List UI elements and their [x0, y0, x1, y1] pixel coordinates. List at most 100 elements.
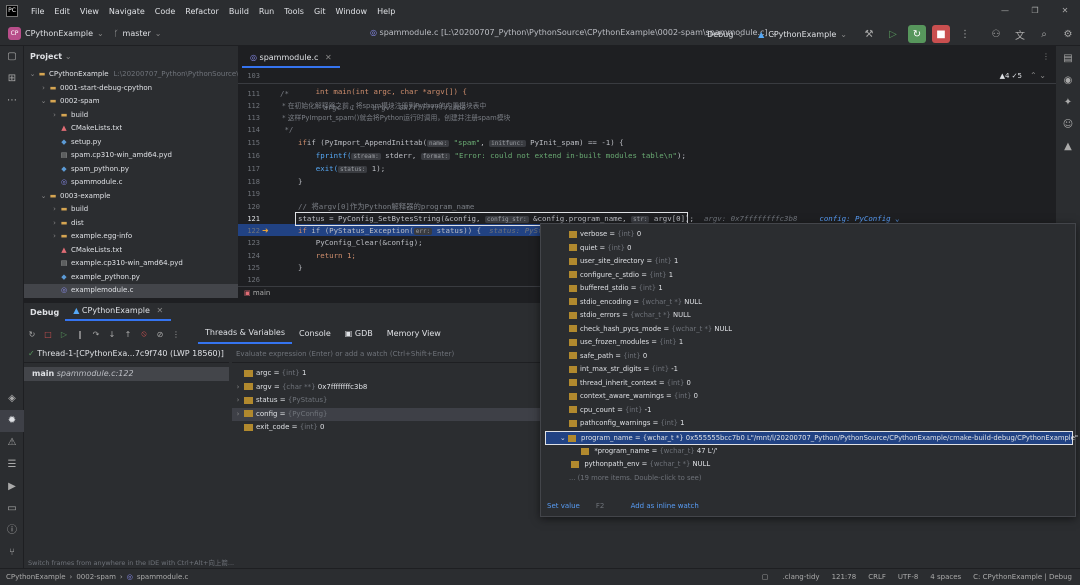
- popup-field-row[interactable]: context_aware_warnings = {int} 0: [541, 390, 1075, 404]
- menu-build[interactable]: Build: [224, 7, 254, 16]
- menu-edit[interactable]: Edit: [49, 7, 75, 16]
- tab-console[interactable]: Console: [292, 325, 338, 343]
- step-over-icon[interactable]: ↷: [90, 330, 102, 339]
- stack-frame-main[interactable]: main spammodule.c:122: [24, 367, 229, 381]
- stop-button[interactable]: ■: [932, 25, 950, 43]
- view-breakpoints-icon[interactable]: ⦸: [138, 329, 150, 339]
- tree-item[interactable]: › ▬ 0001-start-debug-cpython: [24, 82, 238, 96]
- thread-selector[interactable]: ✓ Thread-1-[CPythonExa...7c9f740 (LWP 18…: [24, 345, 229, 363]
- problems-info-icon[interactable]: ⓘ: [0, 520, 24, 542]
- problems-warning-icon[interactable]: ⚠: [0, 432, 24, 454]
- tree-item[interactable]: ⌄ ▬ 0002-spam: [24, 95, 238, 109]
- popup-field-row[interactable]: stdio_encoding = {wchar_t *} NULL: [541, 296, 1075, 310]
- inspection-widget[interactable]: ▲4 ✓5: [1000, 68, 1022, 84]
- inline-value-popup[interactable]: verbose = {int} 0 quiet = {int} 0 user_sit…: [540, 223, 1078, 517]
- tree-item[interactable]: ▤ example.cp310-win_amd64.pyd: [24, 257, 238, 271]
- tree-item[interactable]: › ▬ example.egg-info: [24, 230, 238, 244]
- chevron-right-icon[interactable]: ›: [50, 230, 59, 244]
- resolve-context[interactable]: C: CPythonExample | Debug: [973, 569, 1072, 585]
- minimize-icon[interactable]: —: [990, 0, 1020, 22]
- popup-row-program-name[interactable]: ⌄ program_name = {wchar_t *} 0x555555bcc…: [545, 431, 1078, 445]
- project-selector[interactable]: CPythonExample: [25, 29, 93, 38]
- search-icon[interactable]: ⌕: [1035, 25, 1053, 43]
- file-encoding[interactable]: UTF-8: [898, 569, 918, 585]
- tree-item[interactable]: ⌄ ▬ 0003-example: [24, 190, 238, 204]
- menu-help[interactable]: Help: [372, 7, 400, 16]
- terminal-icon[interactable]: ▭: [0, 498, 24, 520]
- tab-memory-view[interactable]: Memory View: [380, 325, 448, 343]
- tree-item[interactable]: ◆ setup.py: [24, 136, 238, 150]
- more-icon[interactable]: ⋮: [170, 330, 182, 339]
- status-crumb-project[interactable]: CPythonExample: [6, 569, 66, 585]
- chevron-down-icon[interactable]: ⌄: [560, 434, 566, 442]
- run-config-selector[interactable]: CPythonExample: [768, 30, 836, 39]
- indent-setting[interactable]: 4 spaces: [930, 569, 961, 585]
- menu-code[interactable]: Code: [150, 7, 180, 16]
- chevron-right-icon[interactable]: ›: [50, 109, 59, 123]
- chevron-right-icon[interactable]: ›: [232, 394, 244, 408]
- popup-field-row[interactable]: pathconfig_warnings = {int} 1: [541, 417, 1075, 431]
- tree-item[interactable]: ▲ CMakeLists.txt: [24, 244, 238, 258]
- popup-field-row[interactable]: safe_path = {int} 0: [541, 350, 1075, 364]
- popup-field-row[interactable]: stdio_errors = {wchar_t *} NULL: [541, 309, 1075, 323]
- status-crumb-file[interactable]: spammodule.c: [137, 569, 189, 585]
- menu-refactor[interactable]: Refactor: [180, 7, 224, 16]
- nav-arrows-icon[interactable]: ⌃ ⌄: [1030, 68, 1046, 84]
- popup-field-row[interactable]: configure_c_stdio = {int} 1: [541, 269, 1075, 283]
- set-value-link[interactable]: Set value F2: [547, 502, 616, 510]
- cmake-tool-icon[interactable]: ▲: [1056, 136, 1080, 158]
- menu-tools[interactable]: Tools: [279, 7, 309, 16]
- popup-field-row[interactable]: check_hash_pycs_mode = {wchar_t *} NULL: [541, 323, 1075, 337]
- notifications-icon[interactable]: ▤: [1056, 48, 1080, 70]
- menu-git[interactable]: Git: [309, 7, 331, 16]
- sticky-function-header[interactable]: 103 int main(int argc, char *argv[]) { a…: [238, 68, 1056, 112]
- chevron-down-icon[interactable]: ⌄: [28, 68, 37, 82]
- add-inline-watch-link[interactable]: Add as inline watch: [631, 502, 699, 510]
- popup-field-row[interactable]: buffered_stdio = {int} 1: [541, 282, 1075, 296]
- close-window-icon[interactable]: ✕: [1050, 0, 1080, 22]
- restore-icon[interactable]: ❐: [1020, 0, 1050, 22]
- popup-field-row[interactable]: quiet = {int} 0: [541, 242, 1075, 256]
- services-icon[interactable]: ▶: [0, 476, 24, 498]
- tree-item[interactable]: ◆ spam_python.py: [24, 163, 238, 177]
- stop-icon[interactable]: □: [42, 330, 54, 339]
- rerun-icon[interactable]: ↻: [26, 330, 38, 339]
- chevron-right-icon[interactable]: ›: [50, 217, 59, 231]
- line-number[interactable]: 119: [238, 188, 260, 200]
- rerun-debug-button[interactable]: ↻: [908, 25, 926, 43]
- popup-field-row[interactable]: use_frozen_modules = {int} 1: [541, 336, 1075, 350]
- todo-list-icon[interactable]: ☰: [0, 454, 24, 476]
- tab-gdb[interactable]: ▣ GDB: [338, 325, 380, 343]
- tree-item[interactable]: ◎ examplemodule.c: [24, 284, 238, 298]
- layers-icon[interactable]: ◈: [0, 388, 24, 410]
- chevron-down-icon[interactable]: ⌄: [155, 29, 162, 38]
- close-tab-icon[interactable]: ✕: [157, 306, 164, 315]
- build-hammer-icon[interactable]: ⚒: [860, 25, 878, 43]
- popup-row-program-name-child[interactable]: *program_name = {wchar_t} 47 L'/': [541, 445, 1075, 459]
- git-icon[interactable]: ⑂: [0, 542, 24, 564]
- chevron-right-icon[interactable]: ›: [50, 203, 59, 217]
- popup-field-row[interactable]: cpu_count = {int} -1: [541, 404, 1075, 418]
- mute-breakpoints-icon[interactable]: ⊘: [154, 330, 166, 339]
- menu-view[interactable]: View: [75, 7, 104, 16]
- pause-icon[interactable]: ‖: [74, 330, 86, 339]
- settings-gear-icon[interactable]: ⚙: [1059, 25, 1077, 43]
- more-tabs-icon[interactable]: ⋮: [1042, 52, 1050, 61]
- popup-more-items[interactable]: ... (19 more items. Double-click to see): [541, 472, 1075, 486]
- menu-window[interactable]: Window: [331, 7, 373, 16]
- step-into-icon[interactable]: ↓: [106, 330, 118, 339]
- project-panel-header[interactable]: Project ⌄: [24, 46, 238, 68]
- chevron-down-icon[interactable]: ⌄: [65, 52, 72, 61]
- chevron-down-icon[interactable]: ⌄: [39, 190, 48, 204]
- more-tools-icon[interactable]: ⋯: [0, 90, 24, 112]
- structure-tool-icon[interactable]: ⊞: [0, 68, 24, 90]
- popup-row-pythonpath-env[interactable]: pythonpath_env = {wchar_t *} NULL: [541, 458, 1075, 472]
- branch-selector[interactable]: master: [123, 29, 151, 38]
- project-badge[interactable]: CP: [8, 27, 21, 40]
- tree-item[interactable]: › ▬ build: [24, 109, 238, 123]
- editor-tab-spammodule[interactable]: ◎ spammodule.c ✕: [242, 48, 340, 68]
- run-icon[interactable]: ▷: [884, 25, 902, 43]
- chevron-right-icon[interactable]: ›: [39, 82, 48, 96]
- tree-item[interactable]: ◎ spammodule.c: [24, 176, 238, 190]
- build-config-selector[interactable]: Debug: [707, 30, 733, 39]
